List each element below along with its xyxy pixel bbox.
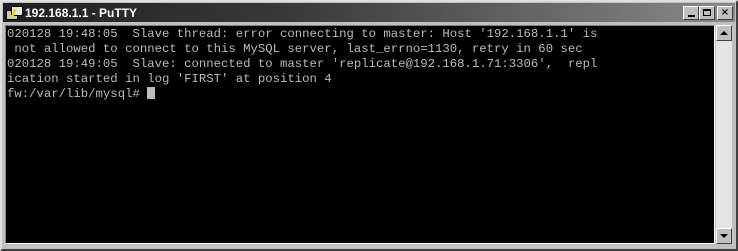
terminal-line: ication started in log 'FIRST' at positi… (7, 72, 332, 86)
arrow-down-icon (720, 234, 728, 238)
title-bar[interactable]: 192.168.1.1 - PuTTY × (3, 3, 735, 22)
putty-app-icon[interactable] (6, 5, 23, 20)
maximize-button[interactable] (699, 5, 715, 20)
terminal-line: not allowed to connect to this MySQL ser… (7, 42, 583, 56)
terminal-line: 020128 19:49:05 Slave: connected to mast… (7, 57, 598, 71)
close-button[interactable]: × (717, 5, 733, 20)
terminal-prompt-line: fw:/var/lib/mysql# (7, 87, 714, 102)
terminal-area[interactable]: 020128 19:48:05 Slave thread: error conn… (5, 25, 715, 244)
scrollbar-track[interactable] (716, 41, 732, 228)
scroll-down-button[interactable] (716, 228, 732, 244)
shell-prompt: fw:/var/lib/mysql# (7, 87, 148, 101)
close-icon: × (720, 6, 730, 18)
text-cursor (147, 87, 156, 99)
vertical-scrollbar[interactable] (716, 25, 732, 244)
scroll-up-button[interactable] (716, 25, 732, 41)
minimize-button[interactable] (683, 5, 699, 20)
terminal-line: 020128 19:48:05 Slave thread: error conn… (7, 27, 598, 41)
arrow-up-icon (720, 31, 728, 35)
putty-window: 192.168.1.1 - PuTTY × 020128 19:48:05 Sl… (0, 0, 738, 251)
minimize-icon (687, 14, 695, 17)
window-title: 192.168.1.1 - PuTTY (25, 5, 138, 20)
maximize-icon (703, 9, 711, 16)
